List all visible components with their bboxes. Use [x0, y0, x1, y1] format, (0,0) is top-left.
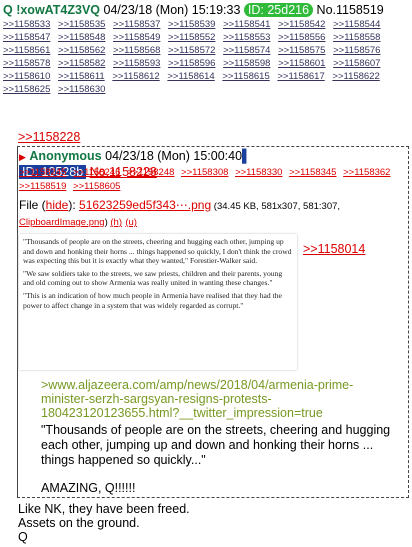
- quoted-reply-link[interactable]: >>1158308: [181, 167, 228, 178]
- reply-link[interactable]: >>1158598: [223, 58, 270, 69]
- file-meta: (34.45 KB, 581x307, 581:307,: [211, 201, 341, 212]
- quoted-reply-link[interactable]: >>1158605: [73, 181, 120, 192]
- post-datetime: 04/23/18 (Mon) 15:19:33: [103, 3, 241, 17]
- quoted-reply-links: >>1158245 >>1158246 >>1158248 >>1158308 …: [19, 166, 404, 194]
- reply-link[interactable]: >>1158556: [278, 32, 325, 43]
- footer-line: Assets on the ground.: [18, 516, 140, 530]
- reply-link[interactable]: >>1158607: [333, 58, 380, 69]
- thumb-paragraph: "We saw soldiers take to the streets, we…: [23, 268, 283, 288]
- quoted-reply-link[interactable]: >>1158245: [19, 167, 66, 178]
- h-link[interactable]: (h): [110, 217, 122, 228]
- reply-link[interactable]: >>1158572: [168, 45, 215, 56]
- reply-link[interactable]: >>1158553: [223, 32, 270, 43]
- quoted-reply-link[interactable]: >>1158246: [73, 167, 120, 178]
- greentext-url: >www.aljazeera.com/amp/news/2018/04/arme…: [41, 378, 354, 420]
- reply-link[interactable]: >>1158610: [3, 71, 50, 82]
- quoted-post: ▶ Anonymous 04/23/18 (Mon) 15:00:40▌ ID:…: [17, 146, 409, 498]
- post-number[interactable]: No.1158519: [317, 3, 384, 17]
- quoted-reply-link[interactable]: >>1158345: [289, 167, 336, 178]
- post-body-quote: "Thousands of people are on the streets,…: [41, 423, 391, 467]
- reply-link[interactable]: >>1158533: [3, 19, 50, 30]
- file-info: File (hide): 51623259ed5f343⋯.png (34.45…: [19, 198, 407, 230]
- reply-link[interactable]: >>1158617: [277, 71, 324, 82]
- reply-links: >>1158533 >>1158535 >>1158537 >>1158539 …: [3, 18, 412, 96]
- reply-link[interactable]: >>1158568: [113, 45, 160, 56]
- quoted-reply-link[interactable]: >>1158248: [127, 167, 174, 178]
- file-mid: ):: [68, 198, 80, 212]
- reply-link[interactable]: >>1158578: [3, 58, 50, 69]
- cursor-marker-icon: ▌: [242, 149, 251, 163]
- u-link[interactable]: (u): [125, 217, 137, 228]
- reply-link[interactable]: >>1158542: [278, 19, 325, 30]
- quoted-reply-link[interactable]: >>1158362: [343, 167, 390, 178]
- backlink[interactable]: >>1158014: [303, 242, 365, 256]
- reply-link[interactable]: >>1158537: [113, 19, 160, 30]
- reply-link[interactable]: >>1158625: [3, 84, 50, 95]
- post-body-exclaim: AMAZING, Q!!!!!!: [41, 481, 136, 495]
- attached-image-thumbnail[interactable]: "Thousands of people are on the streets,…: [19, 234, 297, 370]
- file-prefix: File (: [19, 198, 46, 212]
- reply-link[interactable]: >>1158615: [222, 71, 269, 82]
- poster-name-tripcode: Q !xowAT4Z3VQ: [3, 3, 101, 17]
- reply-link[interactable]: >>1158596: [168, 58, 215, 69]
- post-marker-icon: ▶: [19, 152, 26, 162]
- reply-link[interactable]: >>1158552: [168, 32, 215, 43]
- original-file-name-link[interactable]: ClipboardImage.png: [19, 217, 105, 228]
- reply-link[interactable]: >>1158539: [168, 19, 215, 30]
- footer-line: Q: [18, 530, 28, 544]
- reply-link[interactable]: >>1158558: [333, 32, 380, 43]
- reply-link[interactable]: >>1158574: [223, 45, 270, 56]
- reply-link[interactable]: >>1158593: [113, 58, 160, 69]
- reply-link[interactable]: >>1158562: [58, 45, 105, 56]
- post-footer-text: Like NK, they have been freed. Assets on…: [18, 502, 190, 544]
- reply-link[interactable]: >>1158541: [223, 19, 270, 30]
- quoted-post-datetime: 04/23/18 (Mon) 15:00:40: [105, 149, 243, 163]
- reply-link[interactable]: >>1158535: [58, 19, 105, 30]
- top-post: Q !xowAT4Z3VQ 04/23/18 (Mon) 15:19:33 ID…: [3, 3, 412, 96]
- quoted-reply-link[interactable]: >>1158519: [19, 181, 66, 192]
- reply-link[interactable]: >>1158576: [333, 45, 380, 56]
- footer-line: Like NK, they have been freed.: [18, 502, 190, 516]
- quote-link[interactable]: >>1158228: [18, 130, 80, 144]
- quoted-reply-link[interactable]: >>1158330: [235, 167, 282, 178]
- reply-link[interactable]: >>1158548: [58, 32, 105, 43]
- hide-file-link[interactable]: hide: [46, 198, 69, 212]
- reply-link[interactable]: >>1158622: [332, 71, 379, 82]
- thumb-paragraph: "Thousands of people are on the streets,…: [23, 237, 292, 266]
- reply-link[interactable]: >>1158544: [333, 19, 380, 30]
- post-header: Q !xowAT4Z3VQ 04/23/18 (Mon) 15:19:33 ID…: [3, 3, 412, 18]
- poster-id-badge[interactable]: ID: 25d216: [243, 3, 314, 17]
- reply-link[interactable]: >>1158601: [278, 58, 325, 69]
- reply-link[interactable]: >>1158630: [58, 84, 105, 95]
- quoted-poster-name: Anonymous: [29, 149, 102, 163]
- reply-link[interactable]: >>1158614: [167, 71, 214, 82]
- file-name-link[interactable]: 51623259ed5f343⋯.png: [79, 198, 211, 212]
- thumb-paragraph: "This is an indication of how much peopl…: [23, 290, 282, 310]
- reply-link[interactable]: >>1158575: [278, 45, 325, 56]
- reply-link[interactable]: >>1158549: [113, 32, 160, 43]
- reply-link[interactable]: >>1158561: [3, 45, 50, 56]
- reply-link[interactable]: >>1158547: [3, 32, 50, 43]
- reply-link[interactable]: >>1158612: [112, 71, 159, 82]
- reply-link[interactable]: >>1158582: [58, 58, 105, 69]
- reply-link[interactable]: >>1158611: [58, 71, 105, 82]
